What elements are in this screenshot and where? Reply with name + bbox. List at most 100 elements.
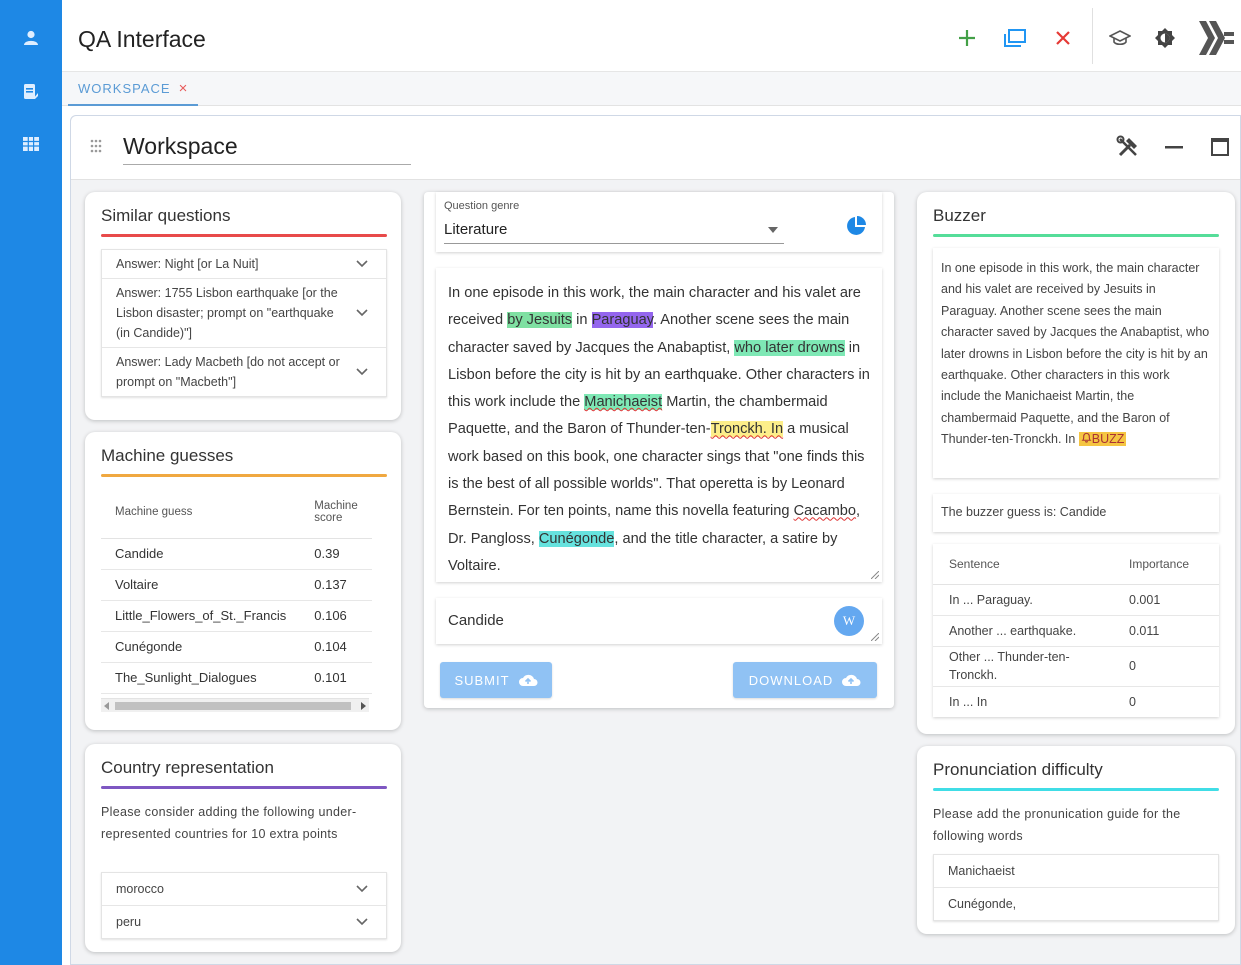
buzzer-guess: The buzzer guess is: Candide <box>933 494 1219 532</box>
table-row: Another ... earthquake. 0.011 <box>933 615 1219 647</box>
answer-value: Candide <box>448 612 504 629</box>
table-row: Candide 0.39 <box>101 538 372 570</box>
similar-question-text: Answer: Lady Macbeth [do not accept or p… <box>116 355 340 389</box>
table-row: In ... In 0 <box>933 686 1219 717</box>
buzzer-card: Buzzer In one episode in this work, the … <box>917 192 1235 734</box>
workspace-title[interactable]: Workspace <box>123 133 411 165</box>
maximize-icon[interactable] <box>1207 134 1233 160</box>
tab-workspace[interactable]: WORKSPACE × <box>68 72 199 106</box>
buzz-label: BUZZ <box>1091 432 1125 447</box>
table-icon[interactable] <box>21 134 41 154</box>
buzzer-title: Buzzer <box>933 206 986 225</box>
cloud-upload-icon <box>842 674 861 686</box>
machine-guesses-rule <box>101 474 387 477</box>
buzzer-text-box: In one episode in this work, the main ch… <box>933 248 1219 478</box>
buzzer-text: In one episode in this work, the main ch… <box>941 261 1210 447</box>
scrollbar-thumb[interactable] <box>115 702 351 710</box>
pronunciation-word: Manichaeist <box>948 864 1015 878</box>
similar-questions-card: Similar questions Answer: Night [or La N… <box>85 192 401 420</box>
drag-handle-icon[interactable] <box>89 137 103 157</box>
pronunciation-message: Please add the pronunication guide for t… <box>933 807 1181 843</box>
column-header-sentence[interactable]: Sentence <box>933 544 1113 585</box>
user-icon[interactable] <box>21 28 41 48</box>
chevron-down-icon[interactable] <box>356 918 368 926</box>
table-row: Cunégonde 0.104 <box>101 631 372 663</box>
submit-label: SUBMIT <box>454 672 510 688</box>
highlight-segment: who later drowns <box>734 339 845 356</box>
minimize-icon[interactable] <box>1161 134 1187 160</box>
similar-question-item[interactable]: Answer: 1755 Lisbon earthquake [or the L… <box>102 279 386 348</box>
buzz-marker: BUZZ <box>1078 432 1127 447</box>
similar-question-item[interactable]: Answer: Lady Macbeth [do not accept or p… <box>102 348 386 396</box>
close-icon[interactable] <box>1051 26 1075 50</box>
pronunciation-item[interactable]: Cunégonde, <box>934 888 1218 920</box>
importance-table: Sentence Importance In ... Paraguay. 0.00… <box>933 544 1219 717</box>
tools-icon[interactable] <box>1115 134 1141 160</box>
question-textarea[interactable]: In one episode in this work, the main ch… <box>436 268 882 582</box>
chevron-down-icon[interactable] <box>356 885 368 893</box>
workspace-panel: Workspace Similar questions Answer: Nigh… <box>70 115 1241 965</box>
similar-questions-list: Answer: Night [or La Nuit] Answer: 1755 … <box>101 249 387 397</box>
genre-label: Question genre <box>444 200 520 212</box>
column-header-score[interactable]: Machine score <box>300 486 372 539</box>
pie-chart-icon[interactable] <box>846 216 866 236</box>
highlight-segment: Manichaeist <box>584 394 663 411</box>
pronunciation-card: Pronunciation difficulty Please add the … <box>917 746 1235 934</box>
chevron-down-icon[interactable] <box>356 260 368 268</box>
tab-close-icon[interactable]: × <box>179 80 189 97</box>
table-row: In ... Paraguay. 0.001 <box>933 584 1219 616</box>
highlight-segment: by Jesuits <box>507 312 573 329</box>
tab-label: WORKSPACE <box>78 80 171 96</box>
similar-question-item[interactable]: Answer: Night [or La Nuit] <box>102 250 386 279</box>
country-item[interactable]: peru <box>102 906 386 938</box>
importance-table-wrap: Sentence Importance In ... Paraguay. 0.00… <box>933 544 1219 717</box>
answer-input[interactable]: Candide W <box>436 598 882 644</box>
top-bar: QA Interface <box>62 0 1241 72</box>
dropdown-arrow-icon[interactable] <box>768 227 778 233</box>
similar-question-text: Answer: 1755 Lisbon earthquake [or the L… <box>116 286 338 340</box>
country-representation-rule <box>101 786 387 789</box>
theme-toggle-icon[interactable] <box>1153 26 1177 50</box>
highlight-segment: Paraguay <box>591 312 653 329</box>
table-row: Voltaire 0.137 <box>101 569 372 601</box>
wikipedia-badge[interactable]: W <box>834 606 864 636</box>
country-item[interactable]: morocco <box>102 873 386 906</box>
resize-handle-icon[interactable] <box>871 633 879 641</box>
guess-cell: Cunégonde <box>101 631 301 663</box>
guess-cell: The_Sunlight_Dialogues <box>101 662 301 694</box>
scroll-right-icon[interactable] <box>360 702 366 710</box>
graduation-cap-icon[interactable] <box>1108 26 1132 50</box>
chevron-down-icon[interactable] <box>356 309 368 317</box>
importance-cell: 0 <box>1129 694 1136 709</box>
scroll-left-icon[interactable] <box>104 702 110 710</box>
column-header-importance[interactable]: Importance <box>1113 544 1219 585</box>
download-button[interactable]: DOWNLOAD <box>733 662 877 698</box>
misspelling-segment: Cacambo <box>793 503 857 520</box>
column-header-guess[interactable]: Machine guess <box>101 486 301 539</box>
score-cell: 0.101 <box>300 662 372 694</box>
download-label: DOWNLOAD <box>748 672 834 688</box>
highlight-segment: Cunégonde <box>538 530 615 547</box>
importance-cell: 0.001 <box>1113 584 1219 616</box>
country-name: peru <box>116 915 142 929</box>
document-edit-icon[interactable] <box>21 82 41 102</box>
chevron-down-icon[interactable] <box>356 368 368 376</box>
score-cell: 0.104 <box>300 631 372 663</box>
pronunciation-item[interactable]: Manichaeist <box>934 855 1218 888</box>
guess-cell: Voltaire <box>101 569 301 601</box>
table-row: The_Sunlight_Dialogues 0.101 <box>101 662 372 694</box>
genre-select-box: Question genre Literature <box>436 192 882 252</box>
add-icon[interactable] <box>955 26 979 50</box>
guess-cell: Candide <box>101 538 301 570</box>
country-list: morocco peru <box>101 872 387 939</box>
horizontal-scrollbar[interactable] <box>101 698 369 712</box>
bell-icon <box>1081 433 1092 443</box>
tab-bar: WORKSPACE × <box>62 72 1241 106</box>
country-representation-title: Country representation <box>101 758 274 777</box>
window-icon[interactable] <box>1003 26 1027 50</box>
submit-button[interactable]: SUBMIT <box>440 662 552 698</box>
resize-handle-icon[interactable] <box>871 571 879 579</box>
sentence-cell: Another ... earthquake. <box>933 615 1113 647</box>
country-name: morocco <box>116 882 164 896</box>
genre-select[interactable]: Literature <box>444 218 784 244</box>
